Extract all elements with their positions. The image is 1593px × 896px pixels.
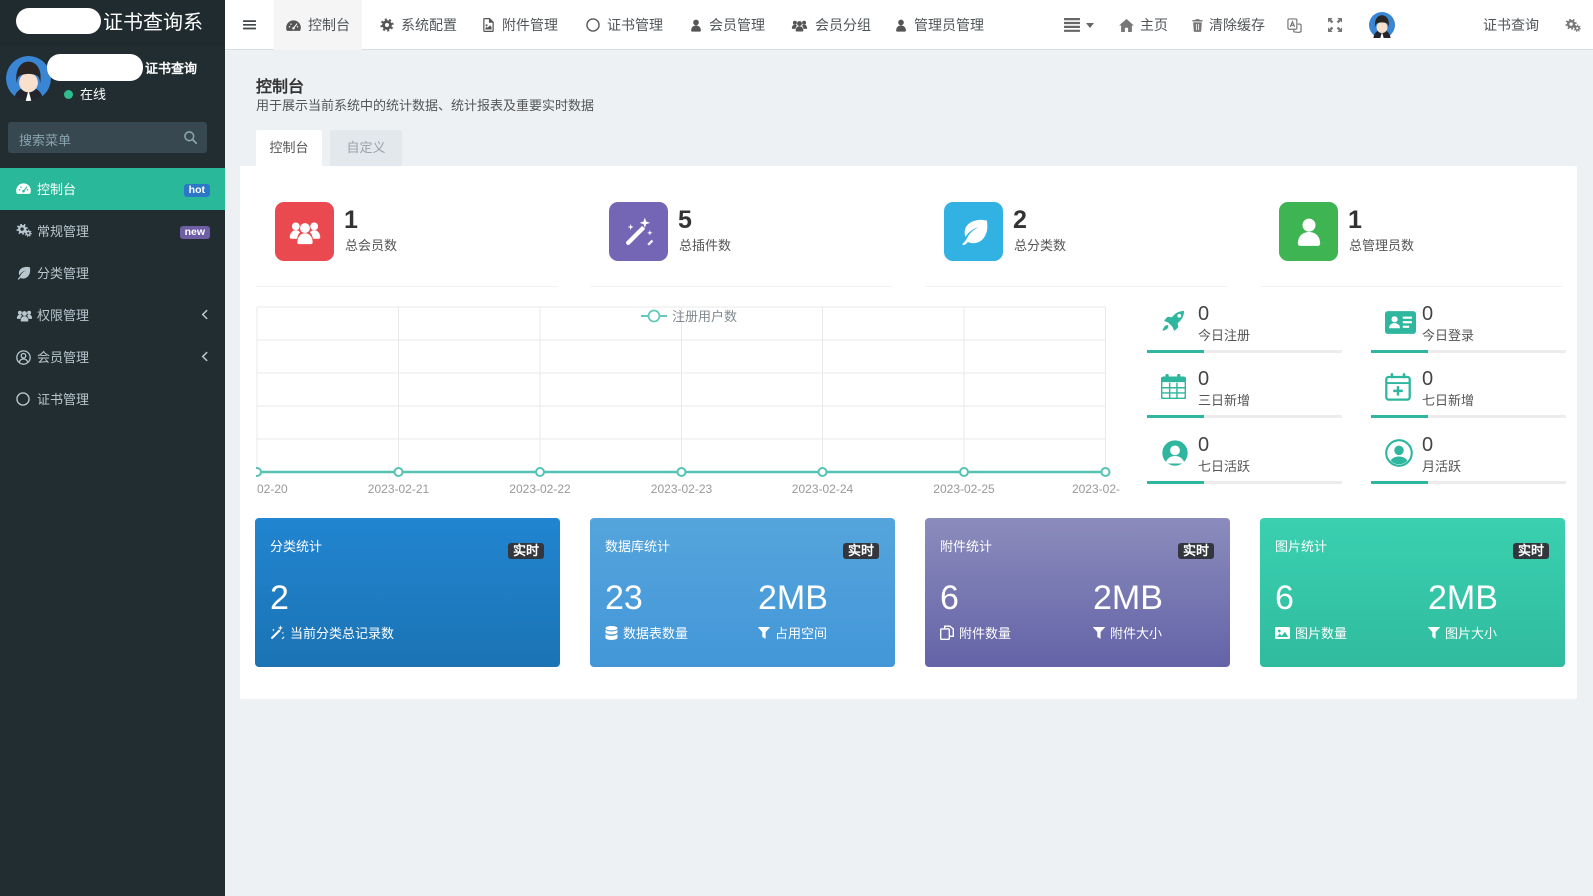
svg-text:2023-02-25: 2023-02-25 (933, 482, 995, 496)
svg-text:02-20: 02-20 (257, 482, 288, 496)
svg-text:2023-02-22: 2023-02-22 (509, 482, 571, 496)
svg-text:注册用户数: 注册用户数 (672, 309, 737, 324)
svg-text:2023-02-: 2023-02- (1072, 482, 1120, 496)
svg-text:2023-02-23: 2023-02-23 (651, 482, 713, 496)
svg-text:2023-02-24: 2023-02-24 (792, 482, 854, 496)
svg-text:2023-02-21: 2023-02-21 (368, 482, 430, 496)
